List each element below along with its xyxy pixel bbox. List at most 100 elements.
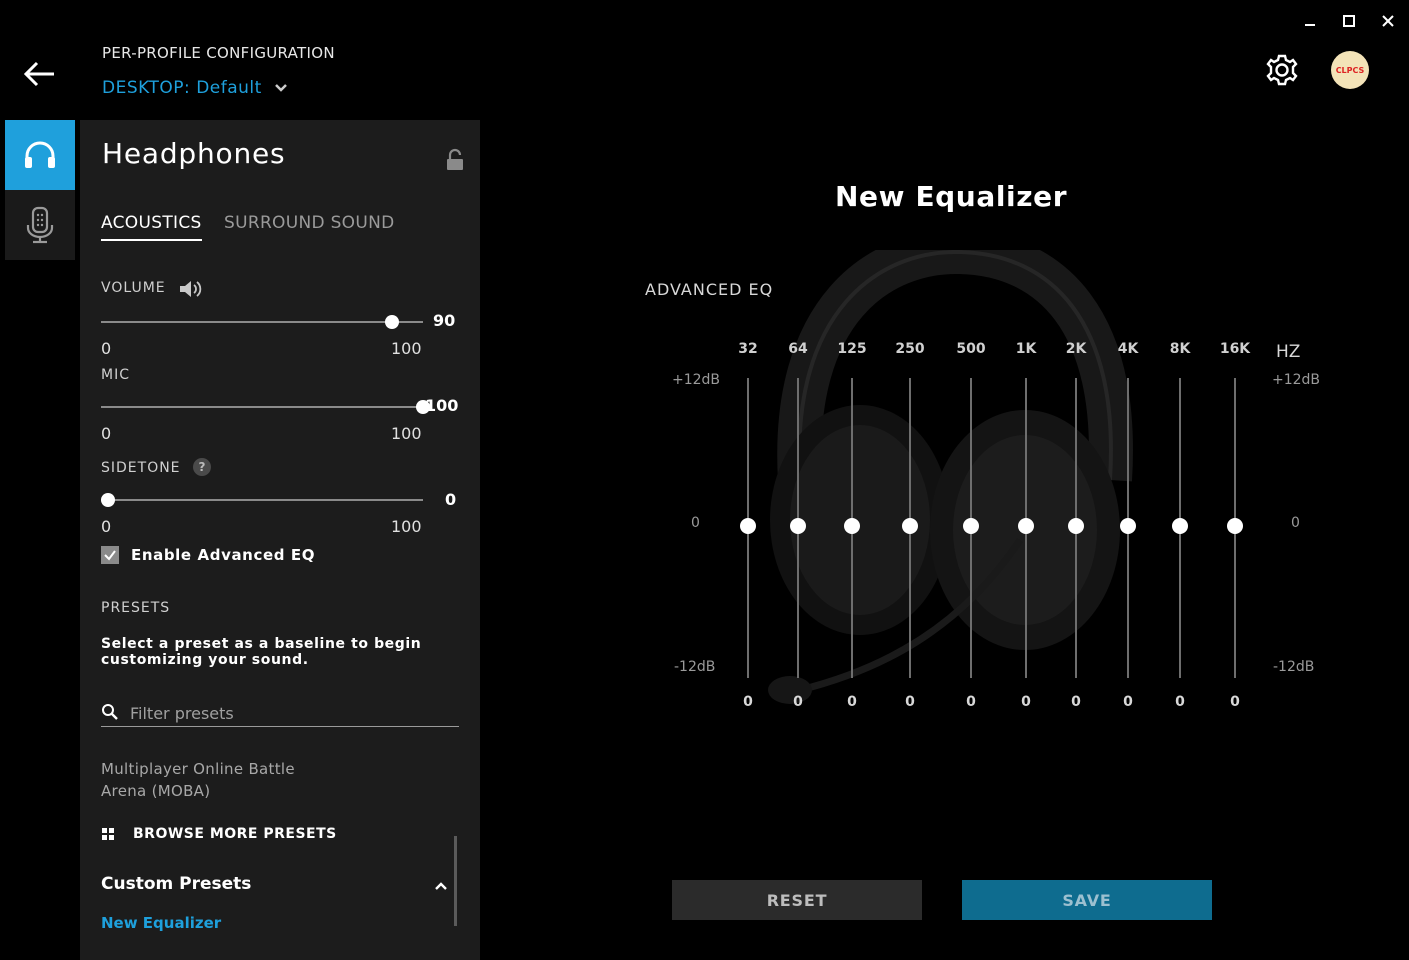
sidetone-value: 0: [445, 490, 457, 509]
arrow-left-icon: [23, 61, 54, 87]
eq-band-gain-value: 0: [743, 694, 753, 710]
lock-button[interactable]: [444, 148, 466, 172]
maximize-icon: [1343, 15, 1355, 27]
preset-item-moba[interactable]: Multiplayer Online Battle Arena (MOBA): [101, 758, 341, 802]
volume-label: VOLUME: [101, 280, 166, 296]
equalizer-title: New Equalizer: [835, 180, 1068, 213]
eq-band-handle[interactable]: [844, 518, 860, 534]
sidetone-slider-handle[interactable]: [101, 493, 115, 507]
volume-value: 90: [433, 311, 456, 330]
eq-band-handle[interactable]: [902, 518, 918, 534]
eq-band-handle[interactable]: [1018, 518, 1034, 534]
chevron-down-icon: [274, 84, 287, 92]
eq-band-freq-label: 32: [738, 341, 758, 357]
volume-slider-track[interactable]: [101, 321, 423, 323]
sidetone-help-icon[interactable]: ?: [193, 458, 211, 476]
eq-band-gain-value: 0: [847, 694, 857, 710]
tab-surround-sound[interactable]: SURROUND SOUND: [224, 213, 395, 239]
mic-label: MIC: [101, 367, 130, 383]
eq-band-handle[interactable]: [1120, 518, 1136, 534]
eq-band-gain-value: 0: [1071, 694, 1081, 710]
presets-heading: PRESETS: [101, 600, 171, 616]
eq-band-gain-value: 0: [1175, 694, 1185, 710]
enable-advanced-eq-label: Enable Advanced EQ: [131, 546, 316, 564]
microphone-icon: [26, 206, 54, 244]
sidetone-max: 100: [391, 517, 422, 536]
presets-description: Select a preset as a baseline to begin c…: [101, 636, 422, 668]
db-bottom-right: -12dB: [1273, 659, 1315, 675]
mic-value: 100: [425, 396, 459, 415]
eq-band-freq-label: 16K: [1219, 341, 1251, 357]
minimize-icon: [1305, 24, 1315, 26]
unlock-icon: [447, 148, 463, 170]
headphones-icon: [25, 141, 55, 168]
eq-band-gain-value: 0: [905, 694, 915, 710]
settings-button[interactable]: [1262, 50, 1302, 90]
db-top-left: +12dB: [672, 372, 721, 388]
eq-band-gain-value: 0: [793, 694, 803, 710]
volume-slider-handle[interactable]: [384, 315, 399, 329]
custom-presets-heading[interactable]: Custom Presets: [101, 874, 251, 894]
minimize-button[interactable]: [1297, 10, 1323, 32]
profile-selector[interactable]: DESKTOP: Default: [102, 78, 288, 98]
browse-more-presets-button[interactable]: BROWSE MORE PRESETS: [101, 826, 337, 842]
profile-name: Default: [196, 78, 262, 98]
rail-item-microphone[interactable]: [5, 190, 75, 260]
browse-more-presets-label: BROWSE MORE PRESETS: [133, 826, 337, 842]
maximize-button[interactable]: [1336, 10, 1362, 32]
enable-advanced-eq-checkbox[interactable]: [101, 546, 119, 564]
db-bottom-left: -12dB: [674, 659, 716, 675]
reset-button[interactable]: RESET: [672, 880, 922, 920]
eq-band-freq-label: 125: [837, 341, 867, 357]
close-icon: [1382, 15, 1394, 27]
db-mid-right: 0: [1291, 515, 1300, 531]
presets-scrollbar[interactable]: [454, 836, 457, 926]
avatar[interactable]: CLPCS: [1331, 51, 1369, 89]
mic-min: 0: [101, 424, 112, 443]
profile-prefix: DESKTOP:: [102, 78, 191, 98]
rail-item-headphones[interactable]: [5, 120, 75, 190]
mic-max: 100: [391, 424, 422, 443]
sidetone-min: 0: [101, 517, 112, 536]
volume-min: 0: [101, 339, 112, 358]
hz-label: HZ: [1276, 342, 1301, 362]
speaker-icon: [180, 281, 202, 297]
eq-band-freq-label: 500: [956, 341, 986, 357]
chevron-up-icon[interactable]: [434, 879, 448, 893]
eq-band-gain-value: 0: [966, 694, 976, 710]
back-button[interactable]: [20, 56, 60, 92]
eq-band-freq-label: 64: [788, 341, 808, 357]
volume-max: 100: [391, 339, 422, 358]
sidetone-label: SIDETONE: [101, 460, 181, 476]
checkmark-icon: [104, 550, 116, 561]
close-button[interactable]: [1375, 10, 1401, 32]
filter-underline: [101, 726, 459, 727]
eq-band-freq-label: 250: [895, 341, 925, 357]
device-rail: [5, 120, 75, 260]
eq-band-gain-value: 0: [1230, 694, 1240, 710]
db-mid-left: 0: [691, 515, 700, 531]
eq-band-handle[interactable]: [963, 518, 979, 534]
db-top-right: +12dB: [1272, 372, 1321, 388]
mic-slider-track[interactable]: [101, 406, 423, 408]
page-title: PER-PROFILE CONFIGURATION: [102, 44, 335, 62]
filter-presets-input[interactable]: [130, 700, 459, 727]
eq-band-handle[interactable]: [1068, 518, 1084, 534]
headset-image: [768, 250, 1133, 704]
eq-band-handle[interactable]: [740, 518, 756, 534]
panel-title: Headphones: [102, 137, 286, 170]
custom-preset-new-equalizer[interactable]: New Equalizer: [101, 914, 221, 932]
gear-icon: [1266, 54, 1298, 86]
grid-icon: [102, 828, 114, 840]
avatar-text: CLPCS: [1335, 65, 1365, 75]
eq-band-handle[interactable]: [1172, 518, 1188, 534]
tab-acoustics[interactable]: ACOUSTICS: [101, 213, 202, 241]
eq-band-handle[interactable]: [1227, 518, 1243, 534]
eq-band-handle[interactable]: [790, 518, 806, 534]
sidetone-slider-track[interactable]: [101, 499, 423, 501]
save-button[interactable]: SAVE: [962, 880, 1212, 920]
eq-band-gain-value: 0: [1123, 694, 1133, 710]
eq-band-freq-label: 8K: [1169, 341, 1191, 357]
advanced-eq-label: ADVANCED EQ: [645, 280, 774, 299]
eq-band-freq-label: 2K: [1065, 341, 1087, 357]
